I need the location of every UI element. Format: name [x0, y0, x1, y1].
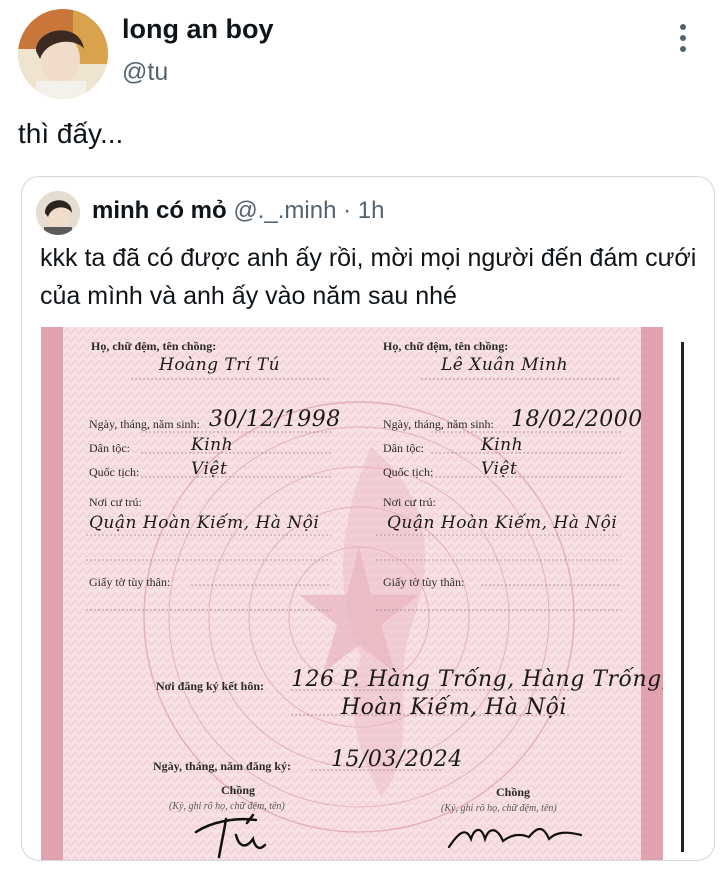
right-residence-label: Nơi cư trú: — [383, 495, 436, 509]
registration-place-line1: 126 P. Hàng Trống, Hàng Trống, — [291, 667, 663, 692]
left-dob-value: 30/12/1998 — [209, 407, 341, 432]
left-residence-label: Nơi cư trú: — [89, 495, 142, 509]
right-dob-value: 18/02/2000 — [511, 407, 643, 432]
right-name-label: Họ, chữ đệm, tên chồng: — [383, 339, 509, 353]
separator-dot: · — [343, 197, 352, 224]
tweet-header: long an boy @tu — [0, 0, 720, 110]
left-name-label: Họ, chữ đệm, tên chồng: — [91, 339, 217, 353]
image-edge — [681, 342, 684, 852]
quoted-tweet-header: minh có mỏ @._.minh · 1h — [92, 197, 384, 225]
right-residence-value: Quận Hoàn Kiếm, Hà Nội — [387, 513, 618, 533]
right-nationality-value: Việt — [481, 459, 518, 479]
marriage-certificate-image[interactable]: Họ, chữ đệm, tên chồng: Hoàng Trí Tú Ngà… — [41, 327, 663, 860]
user-handle[interactable]: @tu — [122, 58, 168, 87]
left-dob-label: Ngày, tháng, năm sinh: — [89, 417, 200, 431]
left-nationality-value: Việt — [191, 459, 228, 479]
registration-date-label: Ngày, tháng, năm đăng ký: — [153, 759, 292, 773]
display-name[interactable]: long an boy — [122, 14, 274, 45]
quoted-handle[interactable]: @._.minh — [233, 197, 336, 224]
left-id-label: Giấy tờ tùy thân: — [89, 575, 171, 589]
left-ethnic-label: Dân tộc: — [89, 441, 130, 455]
right-ethnic-value: Kinh — [481, 435, 524, 455]
left-nationality-label: Quốc tịch: — [89, 465, 140, 479]
left-residence-value: Quận Hoàn Kiếm, Hà Nội — [89, 513, 320, 533]
right-id-label: Giấy tờ tùy thân: — [383, 575, 465, 589]
quoted-tweet-text: kkk ta đã có được anh ấy rồi, mời mọi ng… — [40, 244, 697, 310]
registration-place-label: Nơi đăng ký kết hôn: — [156, 679, 265, 693]
right-ethnic-label: Dân tộc: — [383, 441, 424, 455]
user-avatar[interactable] — [18, 9, 108, 99]
quoted-user-avatar[interactable] — [36, 191, 80, 235]
left-signature-hint: (Ký, ghi rõ họ, chữ đệm, tên) — [169, 801, 285, 812]
more-vertical-icon[interactable] — [670, 24, 696, 52]
right-name-value: Lê Xuân Minh — [441, 355, 569, 375]
left-ethnic-value: Kinh — [191, 435, 234, 455]
quoted-tweet[interactable]: minh có mỏ @._.minh · 1h kkk ta đã có đư… — [21, 176, 715, 861]
quoted-display-name[interactable]: minh có mỏ — [92, 197, 227, 224]
quoted-timestamp[interactable]: 1h — [358, 197, 385, 224]
left-name-value: Hoàng Trí Tú — [159, 355, 281, 375]
tweet-text: thì đấy... — [18, 118, 124, 149]
right-signature-label: Chồng — [496, 785, 531, 799]
right-dob-label: Ngày, tháng, năm sinh: — [383, 417, 494, 431]
registration-place-line2: Hoàn Kiếm, Hà Nội — [341, 695, 567, 720]
left-signature-label: Chồng — [221, 783, 256, 797]
registration-date-value: 15/03/2024 — [331, 747, 463, 772]
right-signature-hint: (Ký, ghi rõ họ, chữ đệm, tên) — [441, 803, 557, 814]
right-nationality-label: Quốc tịch: — [383, 465, 434, 479]
